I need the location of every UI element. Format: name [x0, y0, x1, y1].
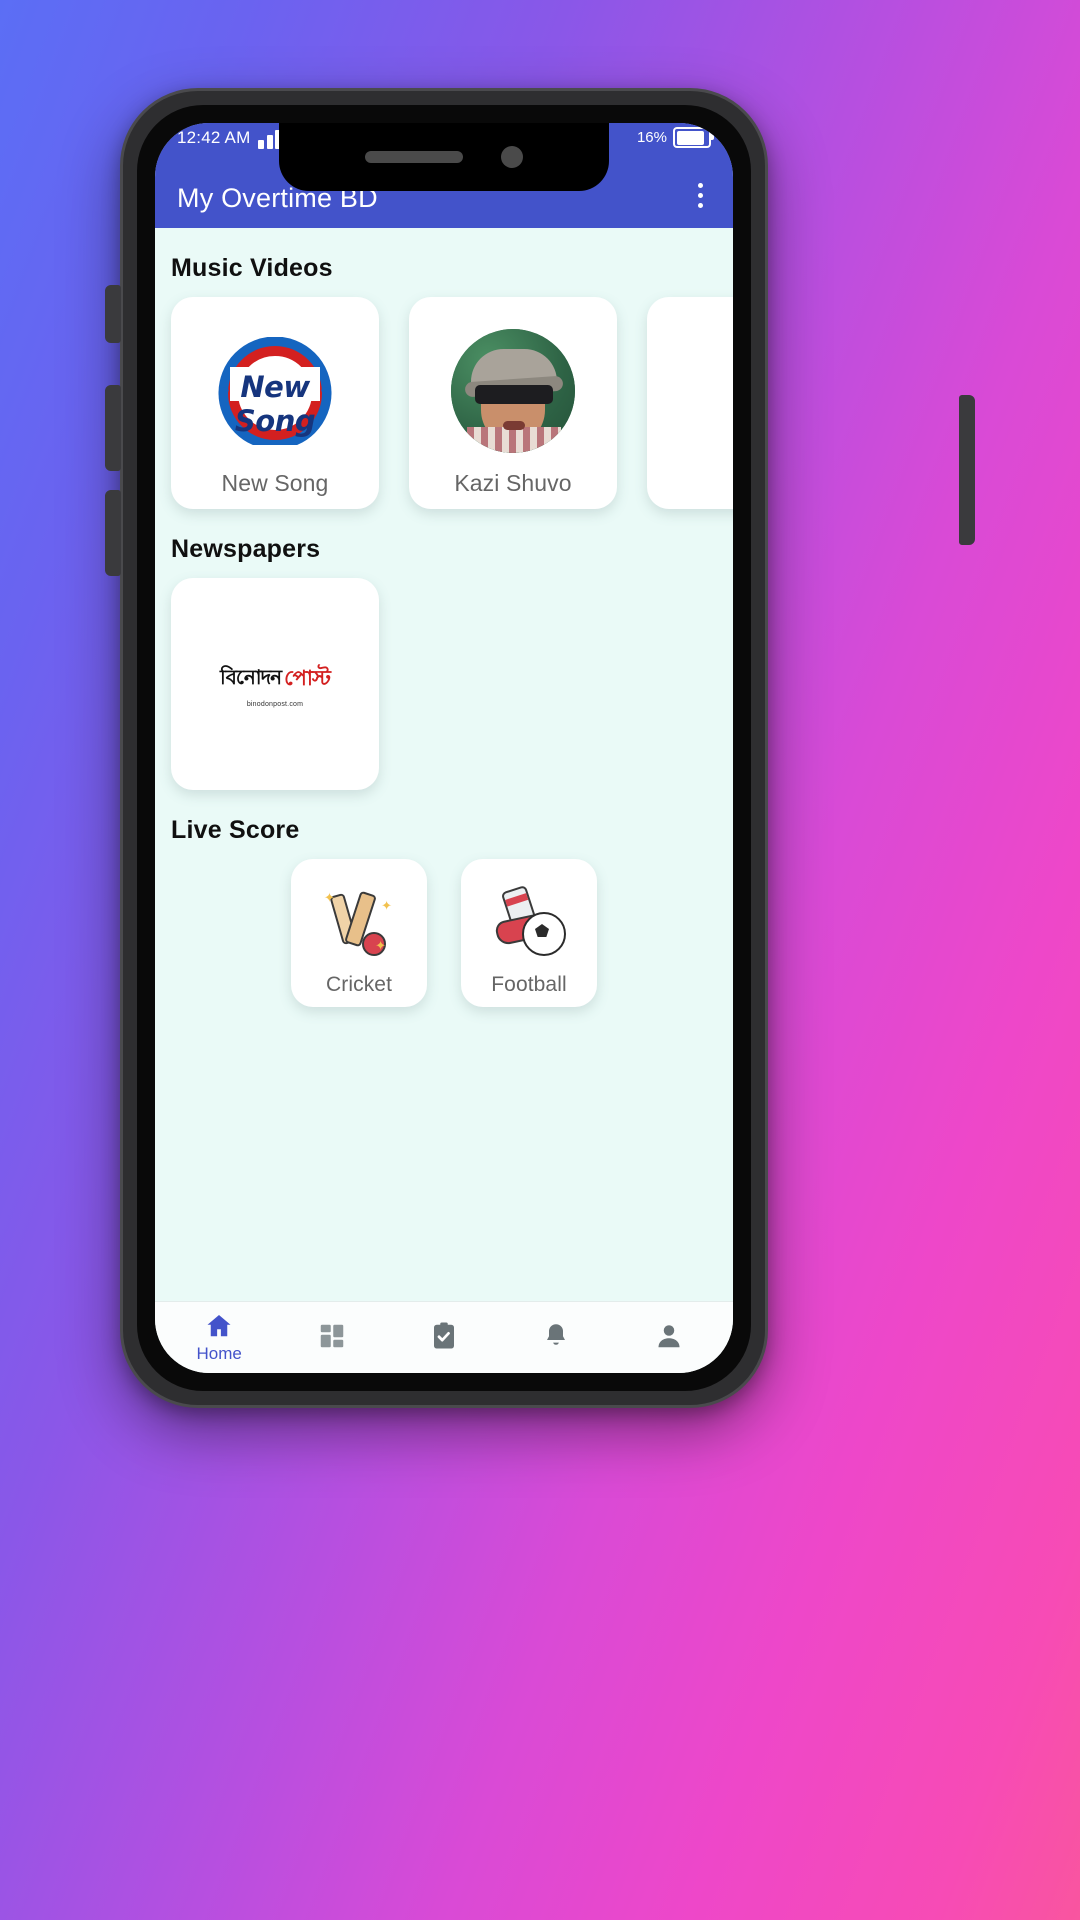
card-binodon-post[interactable]: বিনোদন পোস্ট binodonpost.com — [171, 578, 379, 790]
newspapers-row[interactable]: বিনোদন পোস্ট binodonpost.com — [155, 578, 733, 790]
main-content: Music Videos New Song New Song Kazi Shuv… — [155, 228, 733, 1301]
nav-item-dashboard[interactable] — [286, 1321, 378, 1354]
nav-item-notifications[interactable] — [510, 1321, 602, 1354]
battery-percent-text: 16% — [636, 129, 667, 146]
newspaper-logo-red: পোস্ট — [284, 666, 331, 690]
card-kazi-shuvo[interactable]: Kazi Shuvo — [409, 297, 617, 509]
card-football[interactable]: Football — [461, 859, 597, 1007]
earpiece-speaker — [365, 151, 463, 163]
newspaper-logo-bangla: বিনোদন — [219, 665, 282, 689]
status-bar-right: 16% — [636, 127, 714, 148]
card-cricket[interactable]: ✦ ✦ ✦ Cricket — [291, 859, 427, 1007]
card-new-song[interactable]: New Song New Song — [171, 297, 379, 509]
status-time: 12:42 AM — [177, 128, 251, 147]
partial-card-thumb — [647, 311, 733, 497]
front-camera — [501, 146, 523, 168]
kazi-shuvo-portrait — [409, 311, 617, 470]
card-label: New Song — [221, 470, 329, 496]
newspaper-logo-url: binodonpost.com — [246, 701, 304, 708]
music-videos-row[interactable]: New Song New Song Kazi Shuvo — [155, 297, 733, 509]
binodon-post-logo: বিনোদন পোস্ট binodonpost.com — [171, 592, 379, 776]
overflow-menu-icon[interactable] — [688, 177, 713, 214]
nav-item-tasks[interactable] — [398, 1321, 490, 1354]
card-label: Kazi Shuvo — [454, 470, 572, 496]
volume-down-button[interactable] — [105, 490, 121, 576]
new-song-logo: New Song — [171, 311, 379, 470]
card-label: Cricket — [325, 973, 393, 996]
cricket-icon: ✦ ✦ ✦ — [291, 873, 427, 973]
bell-notification-icon — [541, 1321, 571, 1351]
phone-notch — [279, 123, 609, 191]
football-icon — [461, 873, 597, 973]
battery-icon — [673, 127, 714, 148]
section-title-newspapers: Newspapers — [171, 535, 321, 563]
card-next-partial[interactable] — [647, 297, 733, 509]
dashboard-icon — [317, 1321, 347, 1351]
phone-screen: My Overtime BD 12:42 AM 16% Music Videos — [155, 123, 733, 1373]
bottom-navigation-bar: Home — [155, 1301, 733, 1373]
nav-item-profile[interactable] — [623, 1321, 715, 1354]
nav-item-home[interactable]: Home — [173, 1311, 265, 1364]
home-icon — [204, 1311, 234, 1341]
section-title-music-videos: Music Videos — [171, 254, 333, 282]
mute-switch-button[interactable] — [105, 285, 121, 343]
new-song-logo-text: New Song — [234, 369, 316, 438]
nav-label-home: Home — [196, 1344, 242, 1363]
card-label: Football — [491, 973, 567, 996]
section-title-live-score: Live Score — [171, 816, 300, 844]
volume-up-button[interactable] — [105, 385, 121, 471]
live-score-row[interactable]: ✦ ✦ ✦ Cricket Football — [155, 859, 733, 1007]
power-button[interactable] — [959, 395, 975, 545]
person-profile-icon — [654, 1321, 684, 1351]
tasks-checklist-icon — [429, 1321, 459, 1351]
